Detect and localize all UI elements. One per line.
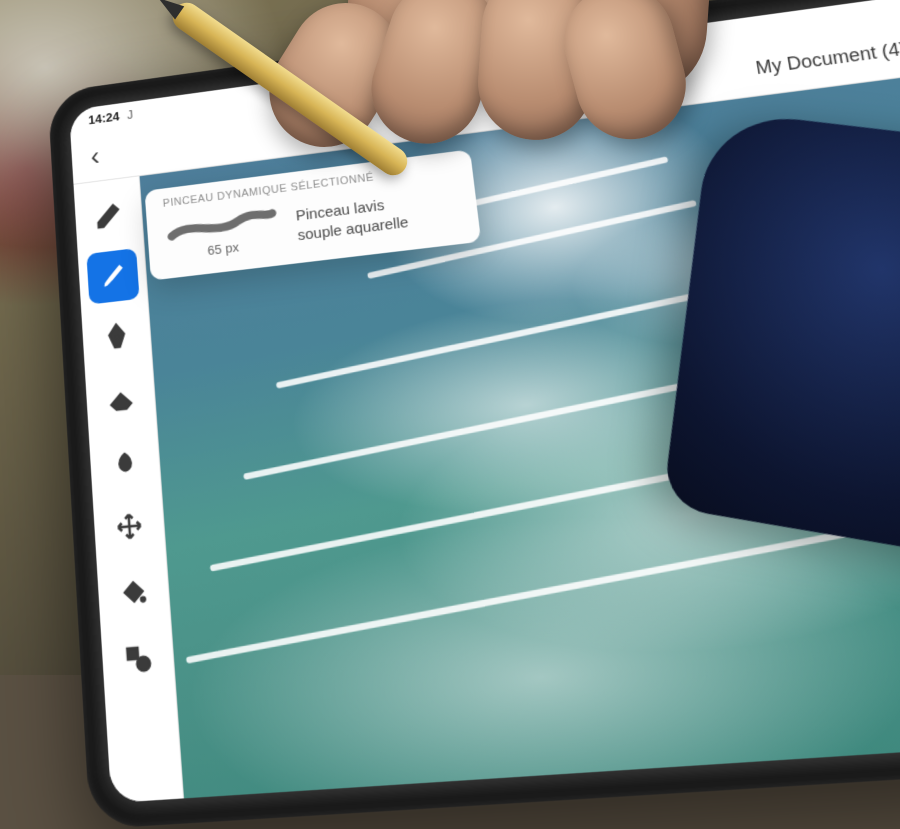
status-time: 14:24 <box>88 109 120 127</box>
nib-pen-icon <box>101 321 132 354</box>
draw-tool-button[interactable] <box>82 189 135 245</box>
pen-tool-button[interactable] <box>90 309 144 366</box>
brush-icon <box>97 260 128 293</box>
shapes-icon <box>121 641 154 676</box>
document-title-dropdown[interactable]: My Document (4) * ⌄ <box>754 33 900 79</box>
brush-size-label: 65 px <box>207 240 239 258</box>
eraser-tool-button[interactable] <box>93 370 147 428</box>
paint-bucket-icon <box>117 575 149 610</box>
paint-stroke <box>186 523 887 664</box>
brush-name: Pinceau lavis souple aquarelle <box>295 194 409 245</box>
app-screen: 14:24 J ‹ My Document (4) * ⌄ ••• <box>69 0 900 803</box>
eraser-icon <box>105 382 136 415</box>
status-date-initial: J <box>126 107 133 122</box>
move-arrows-icon <box>113 509 145 543</box>
fill-tool-button[interactable] <box>105 562 161 622</box>
canvas[interactable] <box>140 62 900 798</box>
brush-stroke-preview-icon <box>164 205 278 244</box>
smudge-tool-button[interactable] <box>97 433 152 492</box>
blob-icon <box>109 445 141 479</box>
shapes-tool-button[interactable] <box>110 628 167 689</box>
document-title-label: My Document (4) * <box>754 37 900 79</box>
tablet-device: 14:24 J ‹ My Document (4) * ⌄ ••• <box>69 0 900 803</box>
brush-tool-button[interactable] <box>86 248 139 304</box>
back-button[interactable]: ‹ <box>90 138 120 172</box>
foreground-object <box>662 110 900 591</box>
pencil-icon <box>93 201 123 233</box>
brush-preview: 65 px <box>162 205 283 263</box>
chevron-left-icon: ‹ <box>90 140 101 170</box>
move-tool-button[interactable] <box>101 497 156 556</box>
